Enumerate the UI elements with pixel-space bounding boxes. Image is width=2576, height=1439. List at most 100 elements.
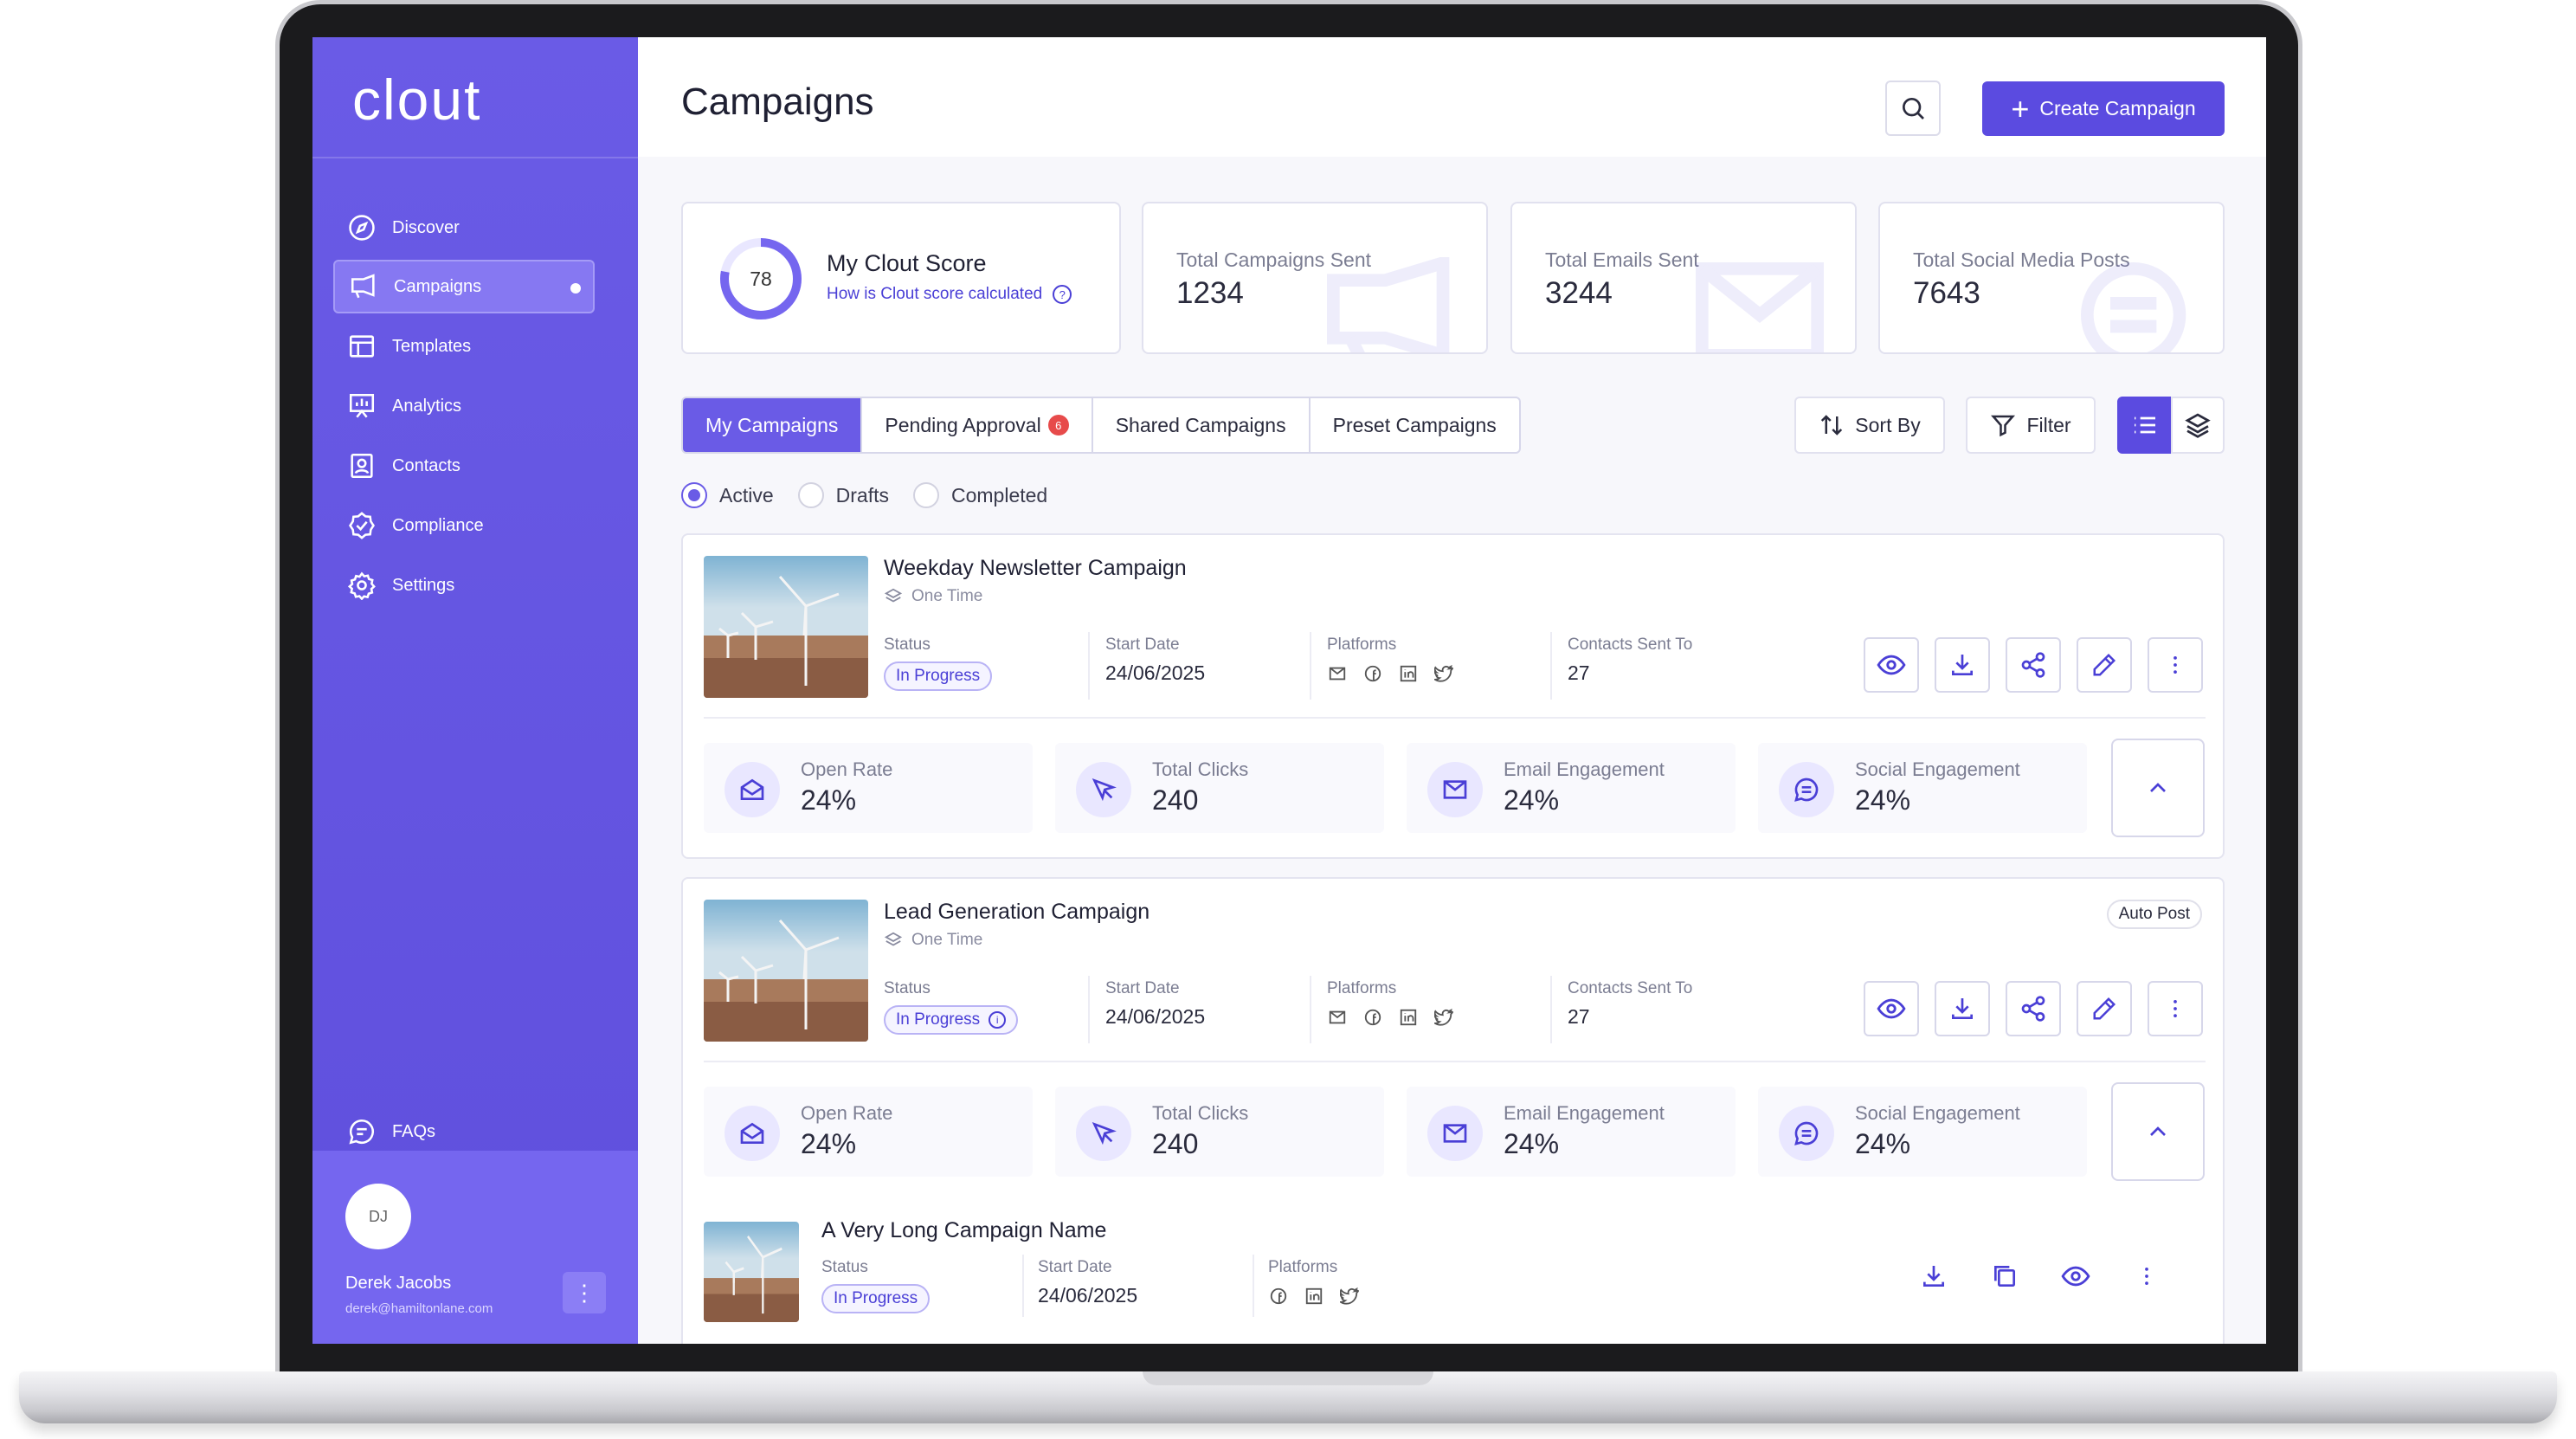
user-name: Derek Jacobs (345, 1274, 452, 1293)
score-help-link-text: How is Clout score calculated (827, 285, 1043, 303)
stack-view-button[interactable] (2171, 397, 2225, 454)
stat-label: Total Emails Sent (1545, 248, 1699, 271)
meta-divider (1550, 976, 1552, 1043)
download-button[interactable] (1935, 981, 1990, 1036)
linkedin-icon (1398, 1007, 1419, 1028)
page-title: Campaigns (681, 81, 874, 123)
edit-button[interactable] (2077, 981, 2132, 1036)
tab-shared-campaigns[interactable]: Shared Campaigns (1093, 398, 1311, 452)
wind-turbine-image (704, 556, 868, 698)
meta-label: Status (884, 979, 931, 997)
app-logo[interactable]: clout (352, 67, 481, 132)
collapse-button[interactable] (2111, 739, 2205, 837)
view-button[interactable] (1864, 637, 1919, 693)
list-view-button[interactable] (2117, 397, 2173, 454)
contact-book-icon (351, 453, 373, 479)
campaign-title[interactable]: A Very Long Campaign Name (821, 1218, 1106, 1243)
collapse-button[interactable] (2111, 1082, 2205, 1181)
stat-value: 1234 (1176, 276, 1244, 310)
campaign-title[interactable]: Weekday Newsletter Campaign (884, 556, 1187, 581)
radio-completed[interactable]: Completed (912, 482, 1047, 508)
filter-button[interactable]: Filter (1966, 397, 2096, 454)
stat-card-social: Total Social Media Posts 7643 (1878, 202, 2225, 354)
duplicate-button[interactable] (1983, 1255, 2026, 1298)
meta-label: Platforms (1268, 1258, 1338, 1276)
radio-button[interactable] (797, 482, 824, 508)
layers-icon (884, 932, 903, 946)
campaign-title[interactable]: Lead Generation Campaign (884, 900, 1150, 925)
linkedin-icon (1304, 1286, 1324, 1307)
linkedin-icon (1398, 663, 1419, 684)
more-vertical-icon (2174, 999, 2177, 1018)
sidebar-item-settings[interactable]: Settings (333, 558, 595, 612)
radio-button[interactable] (912, 482, 939, 508)
search-button[interactable] (1885, 81, 1941, 136)
more-vertical-icon (2145, 1267, 2148, 1286)
sidebar-item-label: Analytics (392, 396, 462, 416)
campaign-thumbnail (704, 900, 868, 1042)
status-filter: Active Drafts Completed (681, 482, 1072, 508)
download-button[interactable] (1935, 637, 1990, 693)
download-button[interactable] (1912, 1255, 1955, 1298)
edit-button[interactable] (2077, 637, 2132, 693)
eye-icon (1877, 655, 1906, 675)
open-envelope-icon (724, 762, 780, 817)
plus-icon: + (2011, 90, 2030, 126)
status-badge: In Progress i (884, 1005, 1019, 1035)
more-options-button[interactable] (2148, 637, 2203, 693)
more-options-button[interactable] (2148, 981, 2203, 1036)
envelope-icon (1427, 762, 1483, 817)
stat-value: 7643 (1913, 276, 1980, 310)
metric-value: 24% (801, 784, 857, 816)
eye-icon (2061, 1266, 2090, 1287)
radio-button[interactable] (681, 482, 707, 508)
status-field: Status In Progress (821, 1258, 931, 1313)
radio-active[interactable]: Active (681, 482, 774, 508)
start-date: 24/06/2025 (1105, 1005, 1206, 1028)
metric-social-engagement: Social Engagement 24% (1758, 1087, 2087, 1177)
avatar[interactable]: DJ (345, 1184, 411, 1249)
radio-label: Active (719, 483, 774, 507)
start-date-field: Start Date 24/06/2025 (1038, 1258, 1137, 1307)
sidebar-item-analytics[interactable]: Analytics (333, 379, 595, 433)
tab-pending-approval[interactable]: Pending Approval 6 (862, 398, 1093, 452)
create-campaign-button[interactable]: + Create Campaign (1982, 81, 2225, 136)
sidebar-item-contacts[interactable]: Contacts (333, 439, 595, 493)
radio-drafts[interactable]: Drafts (797, 482, 889, 508)
share-icon (2021, 996, 2045, 1022)
sidebar-item-campaigns[interactable]: Campaigns (333, 260, 595, 313)
laptop-notch (1143, 1371, 1433, 1385)
start-date-field: Start Date 24/06/2025 (1105, 636, 1205, 685)
view-button[interactable] (1864, 981, 1919, 1036)
metric-open-rate: Open Rate 24% (704, 1087, 1033, 1177)
info-icon[interactable]: i (989, 1011, 1007, 1029)
help-icon: ? (1053, 285, 1072, 304)
sidebar-item-label: Discover (392, 217, 460, 237)
contacts-field: Contacts Sent To 27 (1568, 636, 1692, 685)
sort-icon (1821, 415, 1843, 436)
sidebar-item-compliance[interactable]: Compliance (333, 499, 595, 552)
more-options-button[interactable] (2125, 1255, 2168, 1298)
create-campaign-label: Create Campaign (2039, 97, 2196, 119)
metric-label: Open Rate (801, 1102, 893, 1124)
campaign-thumbnail (704, 1222, 799, 1322)
sidebar-item-discover[interactable]: Discover (333, 201, 595, 255)
campaign-card[interactable]: Weekday Newsletter Campaign One Time Sta… (681, 533, 2225, 859)
view-button[interactable] (2054, 1255, 2097, 1298)
status-badge: In Progress (884, 661, 993, 691)
status-field: Status In Progress (884, 636, 993, 691)
campaign-row[interactable]: A Very Long Campaign Name Status In Prog… (683, 1201, 2223, 1344)
sort-by-button[interactable]: Sort By (1794, 397, 1945, 454)
tab-my-campaigns[interactable]: My Campaigns (683, 398, 863, 452)
score-help-link[interactable]: How is Clout score calculated ? (827, 285, 1072, 304)
platform-icons (1327, 663, 1469, 684)
tab-preset-campaigns[interactable]: Preset Campaigns (1311, 398, 1519, 452)
stat-value: 3244 (1545, 276, 1613, 310)
sidebar-item-templates[interactable]: Templates (333, 319, 595, 373)
metric-total-clicks: Total Clicks 240 (1055, 743, 1384, 833)
share-button[interactable] (2006, 637, 2061, 693)
share-button[interactable] (2006, 981, 2061, 1036)
cursor-icon (1076, 1106, 1131, 1161)
status-text: In Progress (834, 1289, 918, 1307)
user-menu-button[interactable]: ⋮ (563, 1272, 606, 1313)
